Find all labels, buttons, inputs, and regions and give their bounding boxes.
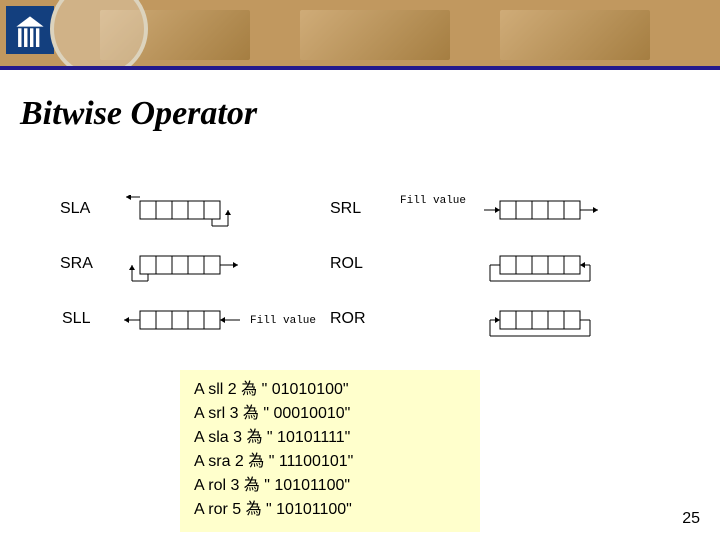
example-line: A sll 2 為 " 01010100": [194, 378, 466, 402]
label-fill-value-1: Fill value: [400, 195, 466, 207]
example-line: A rol 3 為 " 10101100": [194, 474, 466, 498]
diagram-rol: [480, 250, 610, 286]
university-logo: [6, 6, 54, 54]
header-map-deco: [500, 10, 650, 60]
example-line: A srl 3 為 " 00010010": [194, 402, 466, 426]
label-srl: SRL: [330, 200, 361, 218]
label-sra: SRA: [60, 255, 93, 273]
examples-box: A sll 2 為 " 01010100" A srl 3 為 " 000100…: [180, 370, 480, 532]
diagram-sla: [120, 195, 250, 231]
label-rol: ROL: [330, 255, 363, 273]
slide-header: [0, 0, 720, 68]
label-sll: SLL: [62, 310, 90, 328]
label-sla: SLA: [60, 200, 90, 218]
logo-icon: [13, 13, 47, 47]
label-fill-value-2: Fill value: [250, 315, 316, 327]
diagram-sll: [120, 305, 250, 341]
example-line: A ror 5 為 " 10101100": [194, 498, 466, 522]
header-underline: [0, 66, 720, 70]
diagram-ror: [480, 305, 610, 341]
header-map-deco: [300, 10, 450, 60]
slide-title: Bitwise Operator: [20, 95, 257, 133]
example-line: A sla 3 為 " 10101111": [194, 426, 466, 450]
page-number: 25: [682, 510, 700, 528]
label-ror: ROR: [330, 310, 366, 328]
diagram-srl: [480, 195, 610, 231]
diagram-sra: [120, 250, 250, 286]
example-line: A sra 2 為 " 11100101": [194, 450, 466, 474]
header-map-deco: [100, 10, 250, 60]
